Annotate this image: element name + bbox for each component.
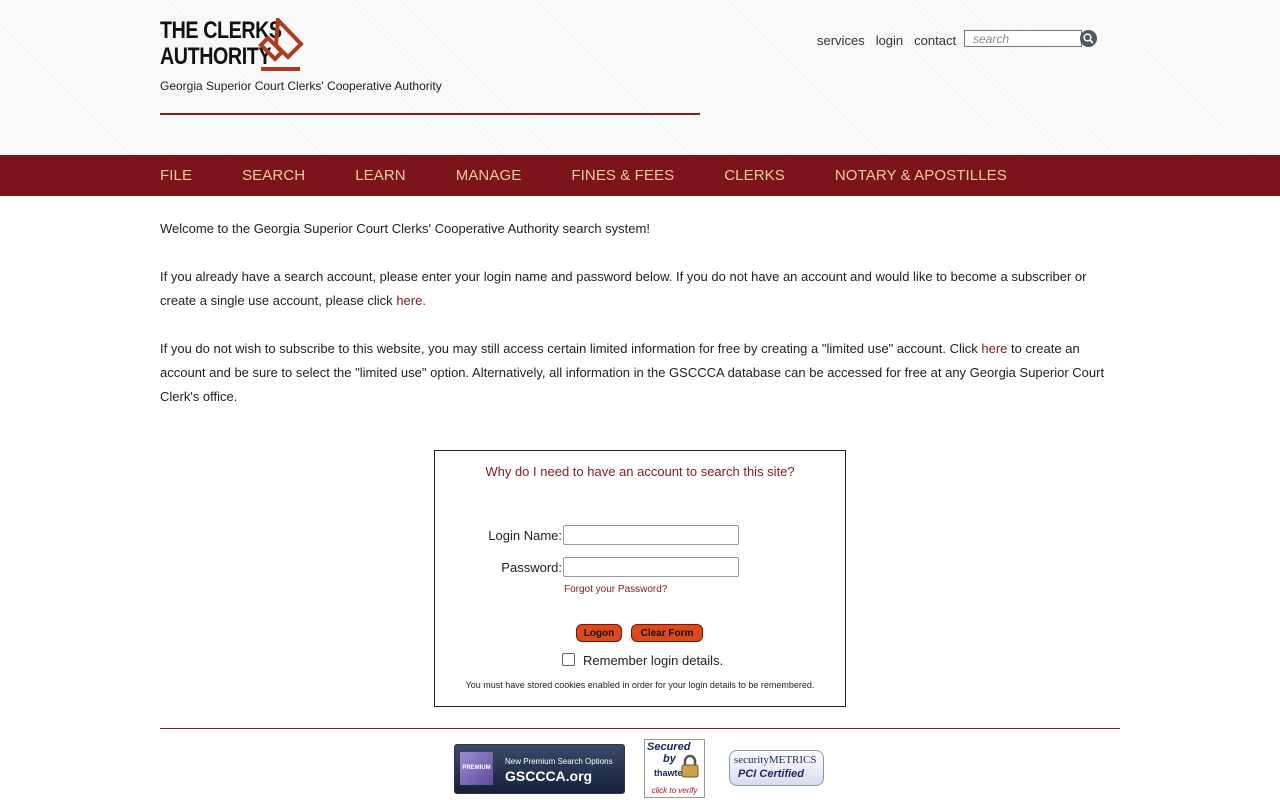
why-account-link[interactable]: Why do I need to have an account to sear…	[435, 464, 845, 479]
welcome-text: Welcome to the Georgia Superior Court Cl…	[160, 221, 650, 236]
pci-certified-badge[interactable]: securityMETRICS PCI Certified	[729, 750, 824, 786]
account-info-text: If you already have a search account, pl…	[160, 269, 1087, 308]
limited-use-text: If you do not wish to subscribe to this …	[160, 341, 1105, 404]
logo-line1: THE CLERKS	[160, 17, 282, 44]
padlock-icon	[681, 754, 699, 778]
thawte-line2: by	[663, 753, 676, 765]
nav-manage[interactable]: MANAGE	[456, 155, 522, 196]
thawte-verify: click to verify	[645, 785, 704, 797]
premium-line2: GSCCCA.org	[505, 768, 593, 784]
remember-login-label: Remember login details.	[583, 653, 724, 668]
nav-learn[interactable]: LEARN	[355, 155, 406, 196]
nav-notary-apostilles[interactable]: NOTARY & APOSTILLES	[835, 155, 1007, 196]
password-label: Password:	[501, 560, 562, 575]
site-header: THE CLERKS AUTHORITY Georgia Superior Co…	[0, 0, 1280, 155]
pci-line1: securityMETRICS	[734, 754, 817, 766]
thawte-line1: Secured	[647, 741, 691, 753]
top-links: services login contact	[817, 33, 956, 48]
nav-file[interactable]: FILE	[160, 155, 192, 196]
top-link-contact[interactable]: contact	[914, 33, 956, 48]
header-divider	[160, 113, 700, 115]
logo-diamond-icon	[258, 18, 304, 71]
forgot-password-link[interactable]: Forgot your Password?	[564, 584, 667, 595]
main-nav: FILE SEARCH LEARN MANAGE FINES & FEES CL…	[0, 155, 1280, 196]
premium-square: PREMIUM	[460, 752, 493, 785]
logo-line2: AUTHORITY	[160, 43, 272, 70]
login-name-label: Login Name:	[488, 528, 562, 543]
footer-divider	[160, 728, 1120, 729]
limited-use-here-link[interactable]: here	[981, 341, 1007, 356]
thawte-line3: thawte	[654, 768, 683, 778]
nav-clerks[interactable]: CLERKS	[724, 155, 785, 196]
thawte-seal[interactable]: Secured by thawte click to verify	[644, 739, 705, 798]
top-link-login[interactable]: login	[876, 33, 903, 48]
password-input[interactable]	[563, 557, 739, 577]
cookie-note: You must have stored cookies enabled in …	[465, 680, 815, 690]
premium-search-badge[interactable]: PREMIUM New Premium Search Options GSCCC…	[454, 744, 625, 794]
pci-line2: PCI Certified	[738, 768, 805, 780]
nav-search[interactable]: SEARCH	[242, 155, 305, 196]
main-content: Welcome to the Georgia Superior Court Cl…	[160, 217, 1120, 433]
premium-line1: New Premium Search Options	[505, 757, 613, 766]
remember-login-checkbox[interactable]	[562, 653, 575, 666]
search-icon[interactable]	[1080, 30, 1097, 47]
subscribe-here-link[interactable]: here.	[396, 293, 426, 308]
login-name-input[interactable]	[563, 525, 739, 545]
clear-form-button[interactable]: Clear Form	[631, 624, 703, 642]
logon-button[interactable]: Logon	[576, 624, 622, 642]
site-tagline: Georgia Superior Court Clerks' Cooperati…	[160, 79, 442, 93]
login-form: Why do I need to have an account to sear…	[434, 450, 846, 707]
remember-login: Remember login details.	[562, 653, 723, 668]
site-search-input[interactable]	[964, 30, 1082, 47]
nav-fines-fees[interactable]: FINES & FEES	[571, 155, 674, 196]
top-link-services[interactable]: services	[817, 33, 865, 48]
